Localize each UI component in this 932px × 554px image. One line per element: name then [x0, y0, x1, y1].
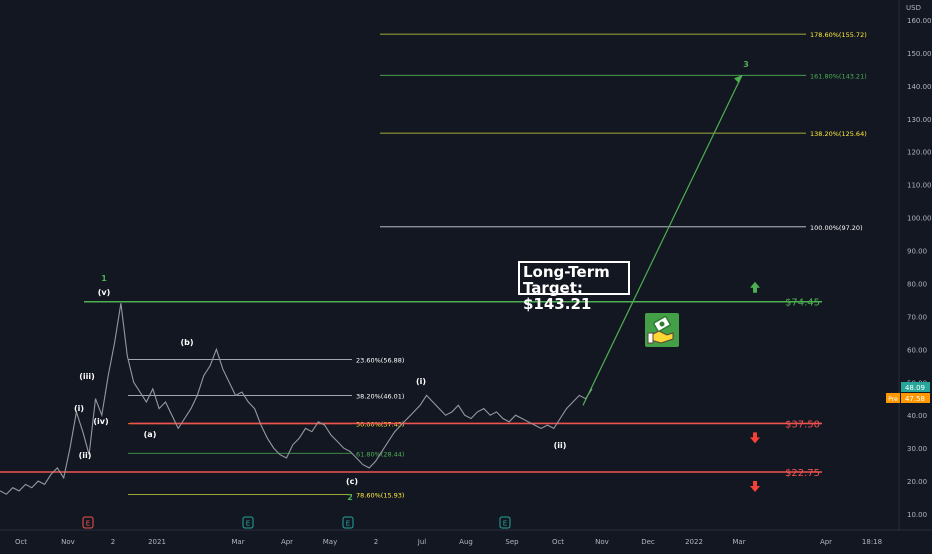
fib-retracement-label: 50.00%(37.43) — [356, 421, 404, 429]
projection-arrowhead — [734, 75, 742, 84]
chart-area[interactable]: 10.0020.0030.0040.0050.0060.0070.0080.00… — [0, 0, 932, 550]
y-tick-label: 160.00 — [907, 17, 932, 25]
x-tick-label: May — [323, 538, 337, 546]
hand-money-icon — [645, 313, 679, 347]
x-tick-label: 2 — [374, 538, 378, 546]
x-tick-label: 2 — [111, 538, 115, 546]
wave-label: (i) — [74, 404, 84, 413]
down-arrow-icon — [750, 432, 760, 444]
x-tick-label: Oct — [552, 538, 564, 546]
y-tick-label: 20.00 — [907, 478, 927, 486]
x-tick-label: Aug — [459, 538, 473, 546]
x-tick-label: Mar — [732, 538, 745, 546]
y-tick-label: 140.00 — [907, 83, 932, 91]
x-tick-label: Oct — [15, 538, 27, 546]
fib-extension-label: 161.80%(143.21) — [810, 72, 867, 80]
y-tick-label: 80.00 — [907, 280, 927, 288]
wave-label: (i) — [416, 377, 426, 386]
earnings-label: E — [503, 520, 507, 528]
down-arrow-icon — [750, 481, 760, 493]
wave-label: (c) — [346, 477, 358, 486]
pre-tag-label: Pre — [888, 396, 898, 403]
fib-retracement-label: 23.60%(56.88) — [356, 357, 404, 365]
earnings-label: E — [86, 520, 90, 528]
wave-label: 2 — [347, 493, 353, 502]
wave-label: (iv) — [93, 417, 108, 426]
x-tick-label: 2021 — [148, 538, 166, 546]
x-tick-label: Jul — [417, 538, 427, 546]
y-tick-label: 120.00 — [907, 149, 932, 157]
earnings-label: E — [246, 520, 250, 528]
key-level-label: $74.45 — [785, 298, 820, 309]
wave-label: 3 — [743, 60, 749, 69]
x-tick-label: 18:18 — [862, 538, 882, 546]
earnings-label: E — [346, 520, 350, 528]
x-tick-label: Nov — [595, 538, 609, 546]
x-tick-label: Mar — [231, 538, 244, 546]
y-tick-label: 40.00 — [907, 412, 927, 420]
price-tag-label: 48.09 — [905, 384, 925, 392]
currency-label: USD — [906, 4, 921, 12]
y-tick-label: 60.00 — [907, 346, 927, 354]
key-level-label: $37.50 — [785, 419, 820, 430]
target-annotation-line2: $143.21 — [523, 295, 592, 313]
y-tick-label: 10.00 — [907, 511, 927, 519]
up-arrow-icon — [750, 281, 760, 293]
price-tag-label: 47.58 — [905, 395, 925, 403]
x-tick-label: Dec — [641, 538, 655, 546]
fib-extension-label: 100.00%(97.20) — [810, 224, 863, 232]
price-line — [0, 303, 593, 495]
target-annotation-line1: Long-Term Target: — [523, 263, 610, 297]
y-tick-label: 100.00 — [907, 215, 932, 223]
wave-label: 1 — [101, 274, 107, 283]
projection-line — [582, 75, 743, 406]
chart-svg[interactable]: 10.0020.0030.0040.0050.0060.0070.0080.00… — [0, 0, 932, 550]
y-tick-label: 130.00 — [907, 116, 932, 124]
fib-retracement-label: 78.60%(15.93) — [356, 491, 404, 499]
wave-label: (iii) — [79, 372, 95, 381]
x-tick-label: Nov — [61, 538, 75, 546]
wave-label: (v) — [98, 288, 111, 297]
x-tick-label: Sep — [505, 538, 519, 546]
x-tick-label: 2022 — [685, 538, 703, 546]
x-tick-label: Apr — [281, 538, 293, 546]
y-tick-label: 90.00 — [907, 248, 927, 256]
wave-label: (a) — [144, 430, 157, 439]
x-tick-label: Apr — [820, 538, 832, 546]
y-tick-label: 30.00 — [907, 445, 927, 453]
fib-extension-label: 178.60%(155.72) — [810, 31, 867, 39]
wave-label: (ii) — [554, 441, 567, 450]
wave-label: (ii) — [79, 451, 92, 460]
wave-label: (b) — [180, 338, 193, 347]
key-level-label: $22.75 — [785, 468, 820, 479]
y-tick-label: 70.00 — [907, 313, 927, 321]
target-annotation: Long-Term Target: $143.21 — [518, 261, 630, 312]
y-tick-label: 150.00 — [907, 50, 932, 58]
y-tick-label: 110.00 — [907, 182, 932, 190]
fib-retracement-label: 38.20%(46.01) — [356, 392, 404, 400]
fib-extension-label: 138.20%(125.64) — [810, 130, 867, 138]
